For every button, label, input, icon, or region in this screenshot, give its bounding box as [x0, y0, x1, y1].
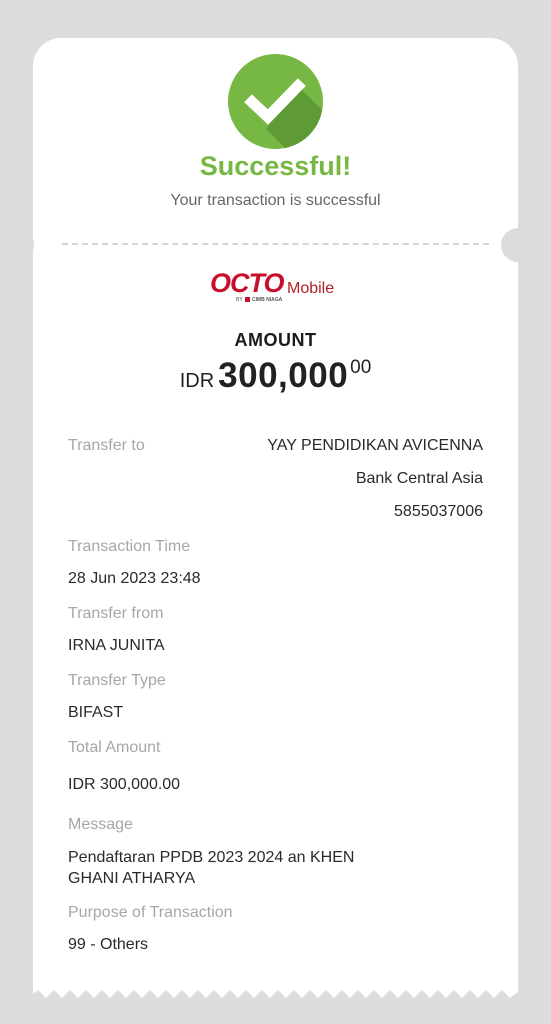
logo-mobile-text: Mobile: [287, 280, 334, 297]
purpose-label: Purpose of Transaction: [68, 904, 233, 921]
receipt-notch-left: [0, 228, 34, 262]
amount-value: IDR 300,000 00: [0, 356, 551, 396]
receipt-zigzag-edge: [33, 984, 518, 998]
transfer-to-bank: Bank Central Asia: [355, 470, 483, 487]
logo-cimb-text: CIMB NIAGA: [252, 297, 283, 303]
transfer-type-value: BIFAST: [68, 704, 124, 721]
dashed-divider: [62, 243, 489, 245]
message-line-1: Pendaftaran PPDB 2023 2024 an KHEN: [68, 849, 355, 866]
logo-by-text: BY: [236, 297, 243, 303]
status-title: Successful!: [199, 151, 352, 181]
total-amount-label: Total Amount: [68, 739, 161, 756]
transaction-time-label: Transaction Time: [68, 538, 191, 555]
transfer-from-value: IRNA JUNITA: [68, 637, 165, 654]
amount-decimal: 00: [350, 357, 372, 378]
transfer-to-account: 5855037006: [394, 503, 483, 520]
transaction-time-value: 28 Jun 2023 23:48: [68, 570, 201, 587]
transfer-to-name: YAY PENDIDIKAN AVICENNA: [267, 437, 483, 454]
logo-octo-text: OCTO: [210, 268, 285, 298]
octo-mobile-logo: OCTO Mobile BY CIMB NIAGA: [210, 268, 334, 303]
receipt-notch-right: [501, 228, 535, 262]
message-line-2: GHANI ATHARYA: [68, 870, 196, 887]
amount-currency: IDR: [179, 370, 215, 392]
amount-label: AMOUNT: [234, 330, 317, 350]
purpose-value: 99 - Others: [68, 936, 149, 953]
message-label: Message: [68, 816, 133, 833]
total-amount-value: IDR 300,000.00: [68, 776, 181, 793]
transfer-type-label: Transfer Type: [68, 672, 166, 689]
amount-integer: 300,000: [218, 356, 349, 395]
success-check-icon: [228, 54, 323, 149]
transfer-from-label: Transfer from: [68, 605, 164, 622]
transfer-to-label: Transfer to: [68, 437, 145, 454]
status-subtitle: Your transaction is successful: [170, 192, 381, 209]
